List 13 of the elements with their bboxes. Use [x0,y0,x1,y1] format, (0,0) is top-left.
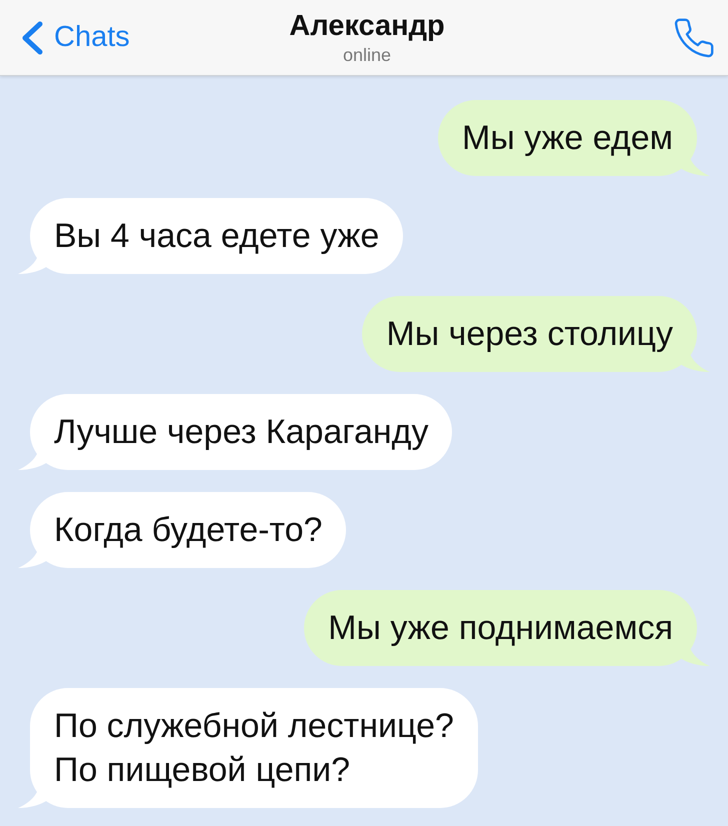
message-text: Мы уже поднимаемся [328,608,673,649]
message-text: Лучше через Караганду [54,412,428,453]
back-button[interactable]: Chats [20,20,130,54]
call-button[interactable] [674,18,714,58]
message-text: По служебной лестнице? По пищевой цепи? [54,706,454,791]
phone-icon [674,18,714,58]
message-text: Вы 4 часа едете уже [54,216,380,257]
chevron-icon [20,20,44,54]
contact-status: online [342,44,392,66]
message-text: Когда будете-то? [54,510,322,551]
message-text: Мы через столицу [386,314,673,355]
message-text: Мы уже едем [462,118,673,159]
contact-name: Александр [289,9,445,43]
